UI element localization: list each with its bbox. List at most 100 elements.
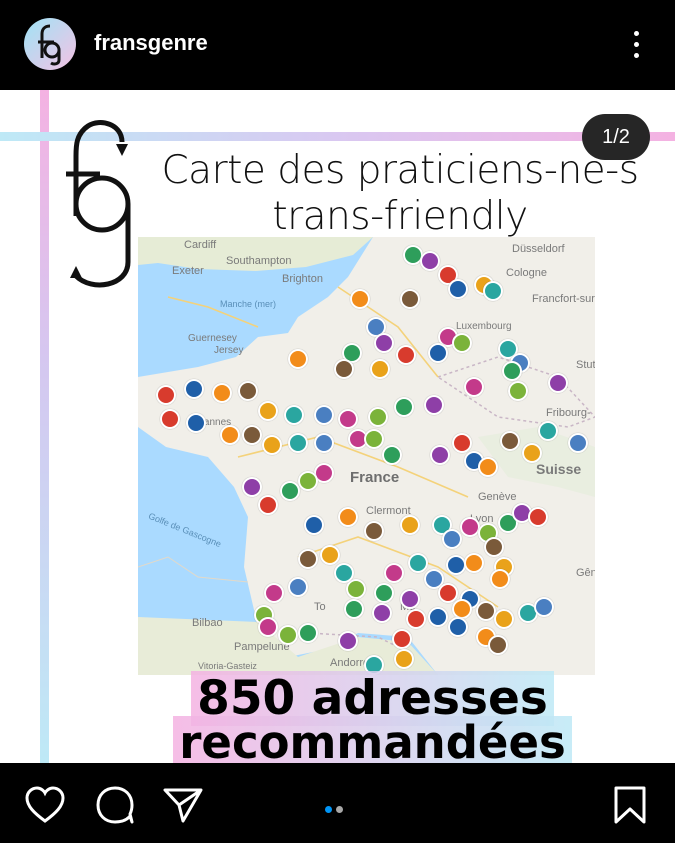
- map-marker[interactable]: [334, 563, 354, 583]
- map-marker[interactable]: [452, 433, 472, 453]
- map-marker[interactable]: [298, 471, 318, 491]
- map-marker[interactable]: [428, 343, 448, 363]
- map-marker[interactable]: [394, 397, 414, 417]
- map-marker[interactable]: [392, 629, 412, 649]
- map-marker[interactable]: [488, 635, 508, 655]
- map-marker[interactable]: [420, 251, 440, 271]
- map-label: Clermont: [366, 505, 411, 517]
- map-marker[interactable]: [548, 373, 568, 393]
- map-marker[interactable]: [476, 601, 496, 621]
- map-marker[interactable]: [478, 457, 498, 477]
- map-marker[interactable]: [484, 537, 504, 557]
- map-marker[interactable]: [288, 577, 308, 597]
- map-marker[interactable]: [534, 597, 554, 617]
- post-image[interactable]: 1/2 Carte des praticiens-ne-s trans-frie…: [0, 90, 675, 763]
- map-marker[interactable]: [374, 583, 394, 603]
- map-marker[interactable]: [186, 413, 206, 433]
- map-marker[interactable]: [428, 607, 448, 627]
- share-button[interactable]: [162, 785, 206, 825]
- map-marker[interactable]: [160, 409, 180, 429]
- map-marker[interactable]: [320, 545, 340, 565]
- map-marker[interactable]: [280, 481, 300, 501]
- map-label: Bilbao: [192, 617, 223, 629]
- map-marker[interactable]: [368, 407, 388, 427]
- more-options-button[interactable]: [626, 28, 646, 62]
- map-marker[interactable]: [364, 521, 384, 541]
- map-marker[interactable]: [508, 381, 528, 401]
- map-label: Fribourg-: [546, 407, 591, 419]
- post-header: fransgenre: [0, 0, 675, 90]
- map-marker[interactable]: [464, 553, 484, 573]
- map-marker[interactable]: [242, 425, 262, 445]
- map-marker[interactable]: [364, 429, 384, 449]
- map-marker[interactable]: [298, 549, 318, 569]
- map-marker[interactable]: [460, 517, 480, 537]
- map-marker[interactable]: [242, 477, 262, 497]
- map-marker[interactable]: [346, 579, 366, 599]
- map-marker[interactable]: [448, 617, 468, 637]
- map-marker[interactable]: [338, 631, 358, 651]
- map-marker[interactable]: [372, 603, 392, 623]
- map-marker[interactable]: [258, 495, 278, 515]
- map-marker[interactable]: [522, 443, 542, 463]
- map-marker[interactable]: [500, 431, 520, 451]
- map-marker[interactable]: [314, 405, 334, 425]
- map-marker[interactable]: [156, 385, 176, 405]
- map-marker[interactable]: [452, 599, 472, 619]
- map-marker[interactable]: [314, 433, 334, 453]
- map-marker[interactable]: [258, 401, 278, 421]
- map-marker[interactable]: [502, 361, 522, 381]
- map-marker[interactable]: [212, 383, 232, 403]
- map-marker[interactable]: [446, 555, 466, 575]
- map-marker[interactable]: [400, 589, 420, 609]
- map-marker[interactable]: [538, 421, 558, 441]
- practitioners-map[interactable]: Cardiff Southampton Exeter Brighton Manc…: [138, 237, 595, 675]
- map-marker[interactable]: [396, 345, 416, 365]
- map-marker[interactable]: [288, 433, 308, 453]
- profile-avatar[interactable]: [24, 18, 76, 70]
- map-marker[interactable]: [258, 617, 278, 637]
- map-marker[interactable]: [490, 569, 510, 589]
- map-marker[interactable]: [464, 377, 484, 397]
- map-marker[interactable]: [483, 281, 503, 301]
- map-marker[interactable]: [382, 445, 402, 465]
- map-marker[interactable]: [334, 359, 354, 379]
- map-marker[interactable]: [374, 333, 394, 353]
- map-marker[interactable]: [288, 349, 308, 369]
- map-marker[interactable]: [568, 433, 588, 453]
- map-marker[interactable]: [370, 359, 390, 379]
- map-marker[interactable]: [284, 405, 304, 425]
- map-marker[interactable]: [424, 395, 444, 415]
- map-marker[interactable]: [298, 623, 318, 643]
- map-marker[interactable]: [406, 609, 426, 629]
- map-marker[interactable]: [262, 435, 282, 455]
- map-marker[interactable]: [238, 381, 258, 401]
- map-marker[interactable]: [304, 515, 324, 535]
- map-marker[interactable]: [494, 609, 514, 629]
- map-marker[interactable]: [384, 563, 404, 583]
- map-marker[interactable]: [448, 279, 468, 299]
- map-marker[interactable]: [408, 553, 428, 573]
- map-marker[interactable]: [452, 333, 472, 353]
- map-marker[interactable]: [184, 379, 204, 399]
- map-label: To: [314, 601, 326, 613]
- carousel-dot: [336, 806, 343, 813]
- map-marker[interactable]: [430, 445, 450, 465]
- map-marker[interactable]: [344, 599, 364, 619]
- map-marker[interactable]: [400, 289, 420, 309]
- map-marker[interactable]: [338, 507, 358, 527]
- username[interactable]: fransgenre: [94, 30, 208, 56]
- map-marker[interactable]: [394, 649, 414, 669]
- map-marker[interactable]: [220, 425, 240, 445]
- map-marker[interactable]: [278, 625, 298, 645]
- decor-stripe-vertical: [40, 90, 49, 763]
- map-marker[interactable]: [350, 289, 370, 309]
- map-marker[interactable]: [264, 583, 284, 603]
- like-button[interactable]: [24, 785, 68, 825]
- map-marker[interactable]: [400, 515, 420, 535]
- map-marker[interactable]: [338, 409, 358, 429]
- map-marker[interactable]: [528, 507, 548, 527]
- comment-button[interactable]: [94, 785, 138, 825]
- map-marker[interactable]: [442, 529, 462, 549]
- save-button[interactable]: [610, 785, 654, 825]
